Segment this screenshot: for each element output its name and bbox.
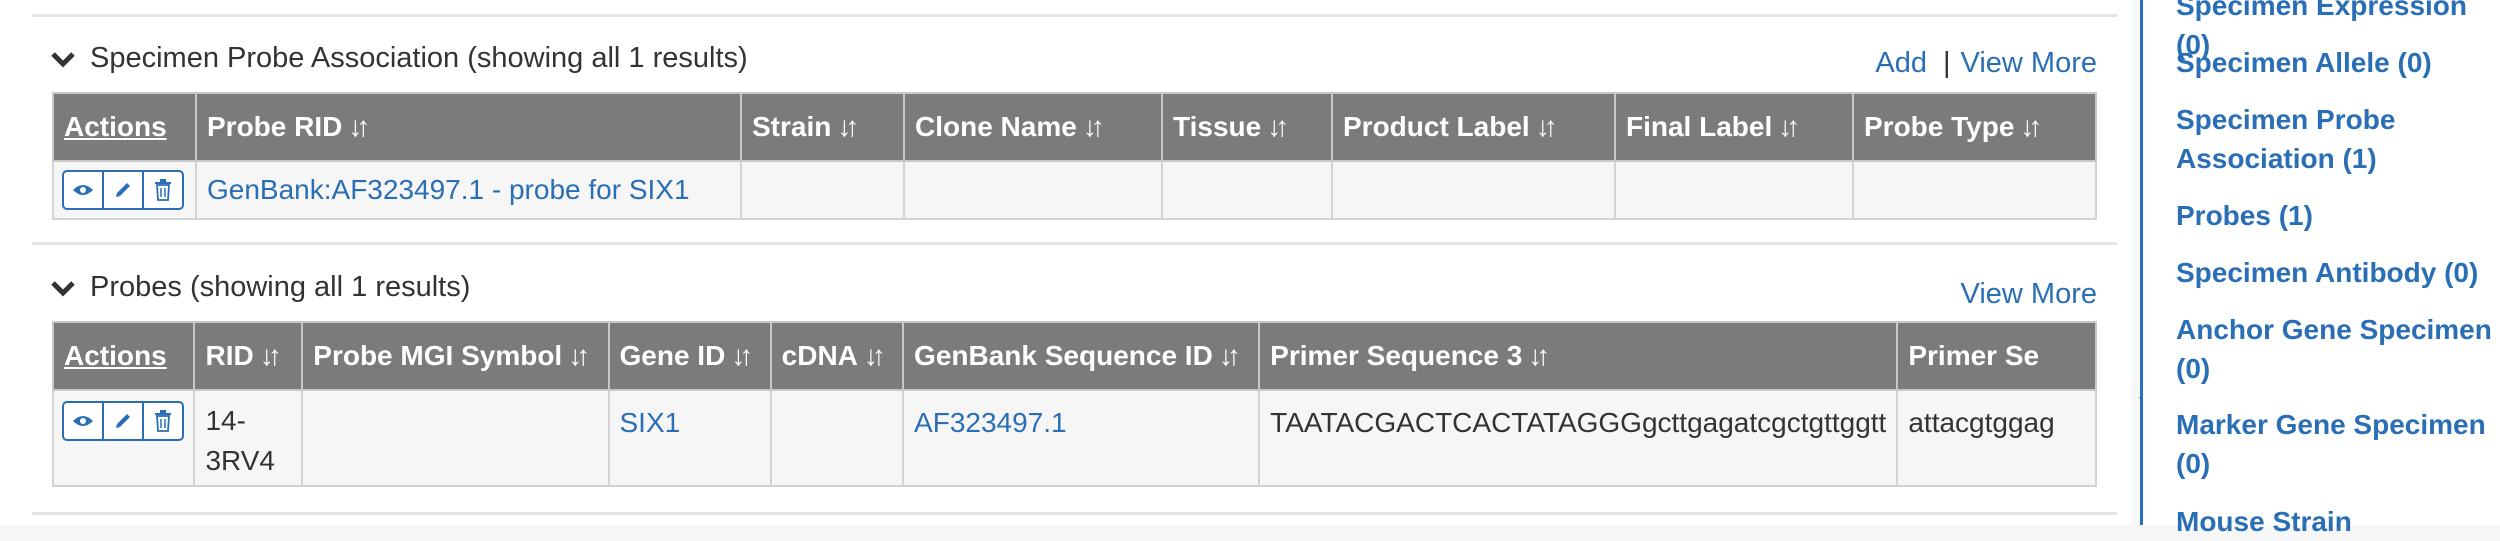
probe-rid-link[interactable]: GenBank:AF323497.1 - probe for SIX1 <box>207 174 690 205</box>
genbank-id-link[interactable]: AF323497.1 <box>914 407 1067 438</box>
cell-product-label <box>1331 160 1616 220</box>
sort-icon[interactable]: ↓↑ <box>1083 111 1105 142</box>
cell-genbank-sequence-id: AF323497.1 <box>902 389 1261 487</box>
column-header-cdna[interactable]: cDNA ↓↑ <box>769 321 905 391</box>
divider <box>32 512 2117 515</box>
trash-icon <box>155 179 171 201</box>
cell-primer-sequence-3: TAATACGACTCACTATAGGGgcttgagatcgctgttggtt <box>1258 389 1899 487</box>
sort-icon[interactable]: ↓↑ <box>1219 340 1241 371</box>
view-button[interactable] <box>64 403 104 439</box>
eye-icon <box>73 185 93 195</box>
cell-tissue <box>1161 160 1333 220</box>
sort-icon[interactable]: ↓↑ <box>1528 340 1550 371</box>
eye-icon <box>73 416 93 426</box>
table-row: 14- 3RV4 SIX1 AF323497.1 TAATACGACTCACTA… <box>52 389 2097 487</box>
specimen-probe-association-table: Actions Probe RID ↓↑ Strain ↓↑ Clone Name ↓… <box>52 92 2097 220</box>
section-title: Probes (showing all 1 results) <box>90 271 471 303</box>
probes-table-viewport[interactable]: Actions RID ↓↑ Probe MGI Symbol ↓↑ Gene ID… <box>52 321 2097 491</box>
pencil-icon <box>116 183 130 197</box>
action-button-group <box>62 401 184 441</box>
column-header-tissue[interactable]: Tissue ↓↑ <box>1161 92 1333 162</box>
column-header-probe-type[interactable]: Probe Type ↓↑ <box>1852 92 2097 162</box>
sidebar-item-specimen-probe-association[interactable]: Specimen Probe Association (1) <box>2176 100 2416 178</box>
row-actions <box>52 389 196 487</box>
sort-icon[interactable]: ↓↑ <box>568 340 590 371</box>
table-row: GenBank:AF323497.1 - probe for SIX1 <box>52 160 2097 220</box>
column-header-actions: Actions <box>52 92 197 162</box>
divider <box>32 242 2117 245</box>
view-button[interactable] <box>64 172 104 208</box>
sort-icon[interactable]: ↓↑ <box>864 340 886 371</box>
column-header-gene-id[interactable]: Gene ID ↓↑ <box>607 321 772 391</box>
column-header-final-label[interactable]: Final Label ↓↑ <box>1614 92 1854 162</box>
sidebar-item-anchor-gene-specimen[interactable]: Anchor Gene Specimen (0) <box>2176 310 2500 388</box>
cell-strain <box>740 160 905 220</box>
add-link[interactable]: Add <box>1875 47 1927 80</box>
sidebar-item-probes[interactable]: Probes (1) <box>2176 196 2496 235</box>
probes-table: Actions RID ↓↑ Probe MGI Symbol ↓↑ Gene ID… <box>52 321 2097 487</box>
chevron-down-icon[interactable] <box>50 278 76 298</box>
link-separator: | <box>1942 47 1951 79</box>
table-header-row: Actions RID ↓↑ Probe MGI Symbol ↓↑ Gene ID… <box>52 321 2097 391</box>
edit-button[interactable] <box>104 403 144 439</box>
view-more-link[interactable]: View More <box>1961 278 2097 311</box>
section-links: Add | View More <box>1875 47 2097 80</box>
column-header-strain[interactable]: Strain ↓↑ <box>740 92 905 162</box>
row-actions <box>52 160 197 220</box>
delete-button[interactable] <box>144 172 182 208</box>
column-header-probe-rid[interactable]: Probe RID ↓↑ <box>195 92 742 162</box>
cell-cdna <box>769 389 905 487</box>
cell-rid: 14- 3RV4 <box>193 389 304 487</box>
column-header-primer-sequence-3[interactable]: Primer Sequence 3 ↓↑ <box>1258 321 1899 391</box>
column-header-clone-name[interactable]: Clone Name ↓↑ <box>903 92 1163 162</box>
sort-icon[interactable]: ↓↑ <box>260 340 282 371</box>
sort-icon[interactable]: ↓↑ <box>2020 111 2042 142</box>
section-header-probes[interactable]: Probes (showing all 1 results) <box>50 271 470 304</box>
divider <box>32 14 2117 17</box>
sort-icon[interactable]: ↓↑ <box>1778 111 1800 142</box>
cell-final-label <box>1614 160 1854 220</box>
sidebar-item-specimen-allele[interactable]: Specimen Allele (0) <box>2176 43 2496 82</box>
cell-probe-mgi-symbol <box>301 389 610 487</box>
delete-button[interactable] <box>144 403 182 439</box>
section-header-specimen-probe-association[interactable]: Specimen Probe Association (showing all … <box>50 42 748 75</box>
column-header-rid[interactable]: RID ↓↑ <box>193 321 304 391</box>
view-more-link[interactable]: View More <box>1961 47 2097 80</box>
chevron-down-icon[interactable] <box>50 49 76 69</box>
pencil-icon <box>116 414 130 428</box>
column-header-actions: Actions <box>52 321 196 391</box>
sort-icon[interactable]: ↓↑ <box>731 340 753 371</box>
cell-gene-id: SIX1 <box>607 389 772 487</box>
sidebar-item-specimen-antibody[interactable]: Specimen Antibody (0) <box>2176 253 2496 292</box>
sort-icon[interactable]: ↓↑ <box>837 111 859 142</box>
edit-button[interactable] <box>104 172 144 208</box>
sort-icon[interactable]: ↓↑ <box>348 111 370 142</box>
column-header-product-label[interactable]: Product Label ↓↑ <box>1331 92 1616 162</box>
main-content: Specimen Probe Association (showing all … <box>0 0 2132 525</box>
gene-id-link[interactable]: SIX1 <box>620 407 681 438</box>
sort-icon[interactable]: ↓↑ <box>1267 111 1289 142</box>
sort-icon[interactable]: ↓↑ <box>1536 111 1558 142</box>
cell-probe-type <box>1852 160 2097 220</box>
cell-primer-sequence-5: attacgtggag <box>1896 389 2097 487</box>
section-links: View More <box>1961 278 2097 311</box>
cell-probe-rid: GenBank:AF323497.1 - probe for SIX1 <box>195 160 742 220</box>
column-header-probe-mgi-symbol[interactable]: Probe MGI Symbol ↓↑ <box>301 321 610 391</box>
sidebar-item-mouse-strain[interactable]: Mouse Strain <box>2176 502 2496 541</box>
table-header-row: Actions Probe RID ↓↑ Strain ↓↑ Clone Name ↓… <box>52 92 2097 162</box>
table-of-contents-sidebar: Specimen Expression (0) Specimen Allele … <box>2140 0 2500 537</box>
trash-icon <box>155 410 171 432</box>
column-header-primer-sequence-5[interactable]: Primer Se <box>1896 321 2097 391</box>
sidebar-item-marker-gene-specimen[interactable]: Marker Gene Specimen (0) <box>2176 405 2500 483</box>
action-button-group <box>62 170 184 210</box>
cell-clone-name <box>903 160 1163 220</box>
section-title: Specimen Probe Association (showing all … <box>90 42 748 74</box>
column-header-genbank-sequence-id[interactable]: GenBank Sequence ID ↓↑ <box>902 321 1261 391</box>
